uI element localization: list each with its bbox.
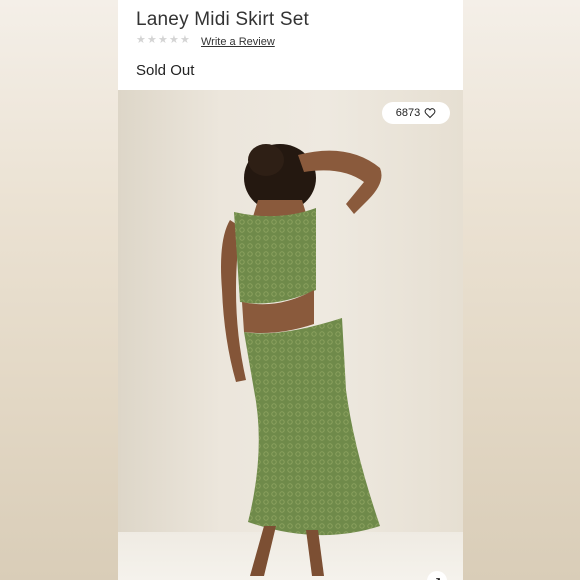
star-icon: ★ [180, 34, 190, 46]
star-icon: ★ [158, 34, 168, 46]
star-icon: ★ [136, 34, 146, 46]
product-header: Laney Midi Skirt Set ★ ★ ★ ★ ★ Write a R… [118, 0, 463, 90]
product-title: Laney Midi Skirt Set [136, 9, 309, 30]
star-icon: ★ [147, 34, 157, 46]
heart-outline-icon [424, 108, 436, 119]
stock-status: Sold Out [136, 62, 195, 79]
product-card: Laney Midi Skirt Set ★ ★ ★ ★ ★ Write a R… [118, 0, 463, 580]
star-icon: ★ [169, 34, 179, 46]
model-figure [221, 144, 382, 576]
write-review-link[interactable]: Write a Review [201, 36, 275, 48]
rating-stars: ★ ★ ★ ★ ★ [136, 34, 190, 46]
like-count: 6873 [395, 107, 421, 119]
like-button[interactable]: 6873 [382, 102, 450, 124]
